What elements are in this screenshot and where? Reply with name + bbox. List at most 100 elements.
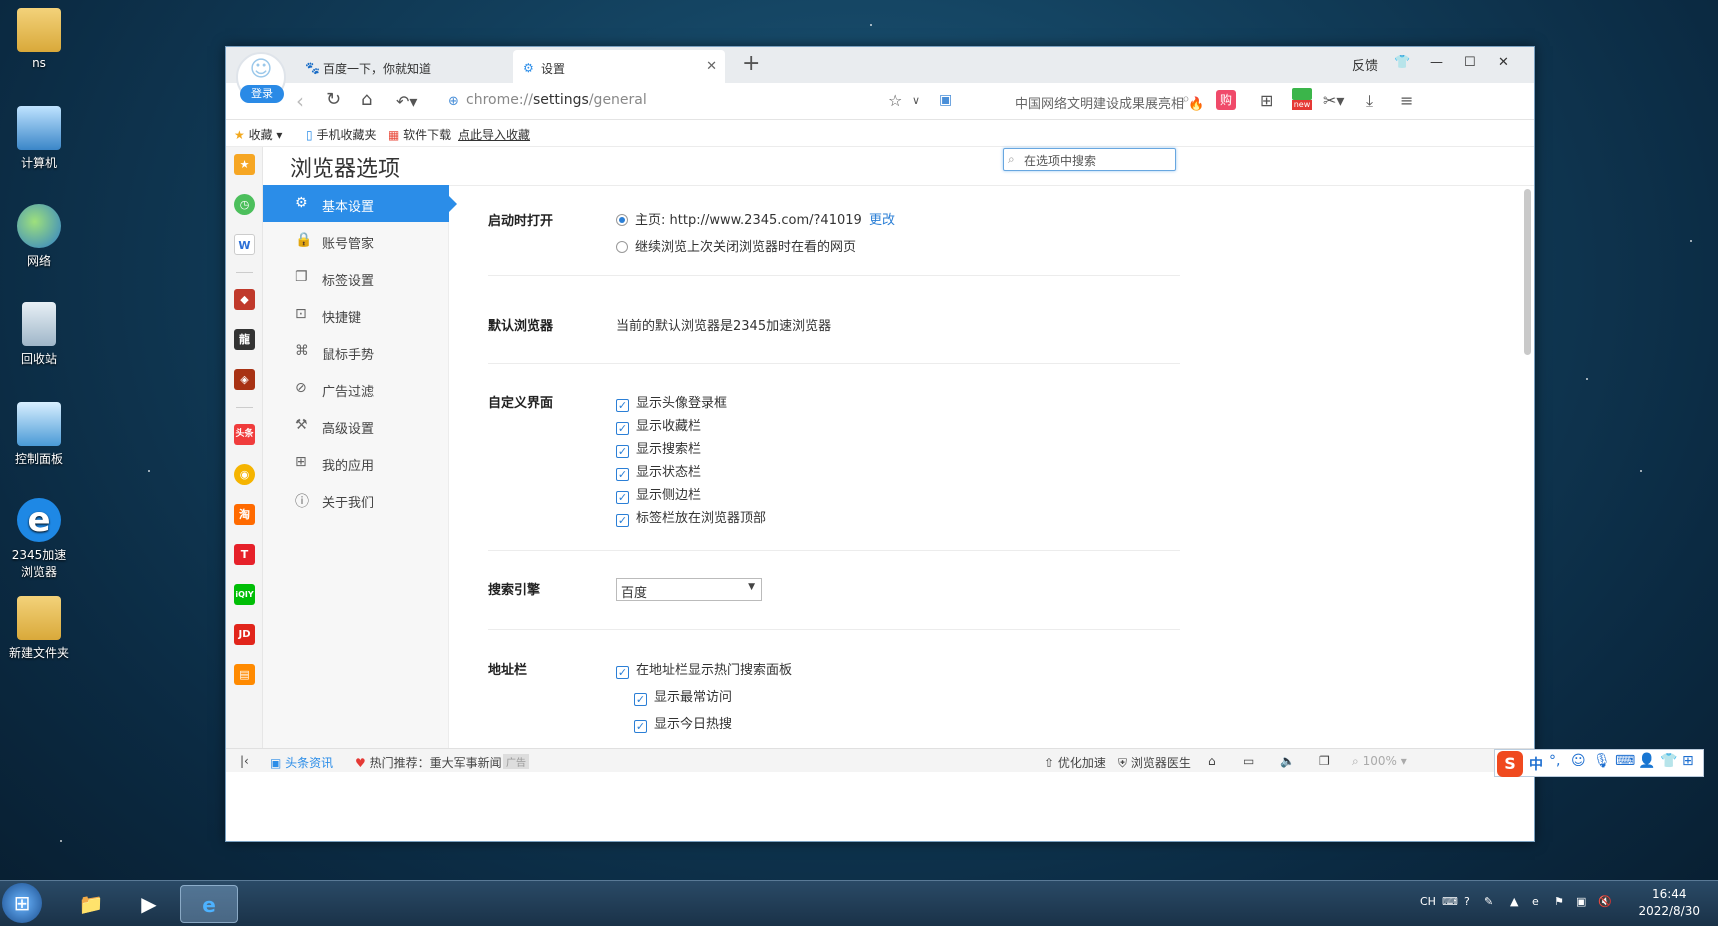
menu-icon[interactable]: ≡ (1400, 91, 1413, 110)
option-show-bookmarks[interactable]: ✓ 显示收藏栏 (616, 415, 701, 435)
sidebar-history-icon[interactable]: ◷ (234, 194, 255, 215)
url-field[interactable]: chrome://settings/general (466, 92, 647, 108)
menu-item-about[interactable]: ⓘ 关于我们 (263, 481, 449, 518)
window-icon[interactable]: ❐ (1319, 754, 1330, 768)
option-hot-search-panel[interactable]: ✓ 在地址栏显示热门搜索面板 (616, 659, 792, 679)
startup-continue-option[interactable]: 继续浏览上次关闭浏览器时在看的网页 (616, 236, 856, 255)
shopping-icon[interactable]: 购 (1216, 90, 1236, 110)
sidebar-weibo-icon[interactable]: ◉ (234, 464, 255, 485)
news-ticker[interactable]: 中国网络文明建设成果展亮相 🔥 (1015, 93, 1204, 112)
radio-checked[interactable] (616, 214, 628, 226)
menu-item-tabs[interactable]: ❐ 标签设置 (263, 259, 449, 296)
menu-item-my-apps[interactable]: ⊞ 我的应用 (263, 444, 449, 481)
change-homepage-link[interactable]: 更改 (869, 209, 895, 228)
start-button[interactable]: ⊞ (2, 883, 42, 923)
chevron-down-icon[interactable]: ∨ (912, 94, 920, 107)
download-icon[interactable]: ⤓ (1366, 91, 1373, 111)
user-icon[interactable]: 👤 (1638, 753, 1655, 769)
menu-item-mouse-gestures[interactable]: ⌘ 鼠标手势 (263, 333, 449, 370)
close-tab-icon[interactable]: ✕ (706, 59, 717, 74)
option-most-visited[interactable]: ✓ 显示最常访问 (634, 686, 732, 706)
sogou-icon[interactable]: S (1497, 751, 1523, 777)
menu-item-ad-filter[interactable]: ⊘ 广告过滤 (263, 370, 449, 407)
checkbox-checked[interactable]: ✓ (616, 514, 629, 527)
home-icon[interactable]: ⌂ (361, 89, 372, 110)
search-engine-select[interactable]: 百度 ▼ (616, 578, 762, 601)
sidebar-iqiyi-icon[interactable]: iQIY (234, 584, 255, 605)
checkbox-checked[interactable]: ✓ (634, 720, 647, 733)
apps-grid-icon[interactable]: ⊞ (1682, 753, 1694, 769)
ime-language[interactable]: 中 (1529, 754, 1543, 774)
favorite-star-icon[interactable]: ☆ (888, 91, 902, 110)
close-window-icon[interactable]: ✕ (1498, 55, 1509, 70)
apps-grid-icon[interactable]: ⊞ (1260, 91, 1273, 110)
desktop-icon-new-folder[interactable]: 新建文件夹 (8, 596, 70, 661)
sidebar-2345-icon[interactable]: ▤ (234, 664, 255, 685)
back-icon[interactable]: ‹ (296, 89, 304, 113)
sidebar-toutiao-icon[interactable]: 头条 (234, 424, 255, 445)
action-center-icon[interactable]: ⚑ (1554, 895, 1564, 908)
skin-shirt-icon[interactable]: 👕 (1660, 753, 1677, 769)
scrollbar[interactable] (1524, 189, 1531, 355)
scissors-icon[interactable]: ✂▾ (1323, 91, 1344, 110)
taskbar-browser-icon[interactable]: e (180, 885, 238, 923)
option-show-sidebar[interactable]: ✓ 显示侧边栏 (616, 484, 701, 504)
checkbox-checked[interactable]: ✓ (616, 445, 629, 458)
tray-expand-icon[interactable]: ▲ (1510, 895, 1518, 908)
search-icon[interactable]: ⌕ (1182, 91, 1190, 107)
sidebar-tmall-icon[interactable]: T (234, 544, 255, 565)
sidebar-favorites-icon[interactable]: ★ (234, 154, 255, 175)
game-icon[interactable]: new (1292, 88, 1312, 112)
pen-icon[interactable]: ✎ (1484, 895, 1493, 908)
option-show-statusbar[interactable]: ✓ 显示状态栏 (616, 461, 701, 481)
settings-search-input[interactable]: ⌕ 在选项中搜索 (1003, 148, 1176, 171)
taskbar-media-player-icon[interactable]: ▶ (120, 885, 178, 923)
volume-icon[interactable]: 🔈 (1280, 754, 1295, 768)
help-icon[interactable]: ? (1464, 895, 1470, 908)
checkbox-checked[interactable]: ✓ (616, 666, 629, 679)
new-tab-button[interactable]: + (742, 51, 760, 76)
optimize-button[interactable]: ⇧ 优化加速 (1044, 754, 1106, 771)
desktop-icon-computer[interactable]: 计算机 (8, 106, 70, 171)
checkbox-checked[interactable]: ✓ (616, 399, 629, 412)
vr-icon[interactable]: ▭ (1243, 754, 1254, 768)
undo-close-icon[interactable]: ↶▾ (396, 92, 417, 111)
reload-icon[interactable]: ↻ (326, 89, 341, 110)
checkbox-checked[interactable]: ✓ (634, 693, 647, 706)
sidebar-game-icon[interactable]: ◆ (234, 289, 255, 310)
tab-baidu[interactable]: 🐾 百度一下，你就知道 (295, 50, 507, 83)
tab-settings[interactable]: ⚙ 设置 ✕ (513, 50, 725, 83)
browser-tray-icon[interactable]: e (1532, 895, 1539, 908)
sidebar-jd-icon[interactable]: JD (234, 624, 255, 645)
option-show-searchbar[interactable]: ✓ 显示搜索栏 (616, 438, 701, 458)
minimize-icon[interactable]: — (1430, 55, 1443, 70)
avatar[interactable]: ☺ 登录 (236, 52, 286, 103)
desktop-icon-network[interactable]: 网络 (8, 204, 70, 269)
startup-homepage-option[interactable]: 主页: http://www.2345.com/?41019 (616, 209, 862, 228)
browser-doctor-button[interactable]: ⛨ 浏览器医生 (1118, 754, 1191, 771)
desktop-icon-control-panel[interactable]: 控制面板 (8, 402, 70, 467)
collapse-sidebar-icon[interactable]: |‹ (240, 754, 249, 768)
desktop-icon-ns[interactable]: ns (8, 8, 70, 70)
menu-item-advanced[interactable]: ⚒ 高级设置 (263, 407, 449, 444)
emoji-icon[interactable]: ☺ (1571, 753, 1586, 769)
option-today-hot[interactable]: ✓ 显示今日热搜 (634, 713, 732, 733)
import-bookmarks-link[interactable]: 点此导入收藏 (458, 126, 530, 143)
option-show-avatar[interactable]: ✓ 显示头像登录框 (616, 392, 727, 412)
sidebar-game2-icon[interactable]: ◈ (234, 369, 255, 390)
desktop-icon-2345-browser[interactable]: e 2345加速浏览器 (8, 498, 70, 580)
microphone-icon[interactable]: 🎙 (1593, 753, 1611, 769)
login-button[interactable]: 登录 (240, 85, 284, 103)
taskbar-explorer-icon[interactable]: 📁 (62, 885, 120, 923)
maximize-icon[interactable]: ☐ (1464, 55, 1476, 70)
menu-item-shortcuts[interactable]: ⊡ 快捷键 (263, 296, 449, 333)
bookmark-favorites[interactable]: ★ 收藏 ▾ (234, 126, 282, 143)
radio-unchecked[interactable] (616, 241, 628, 253)
option-tabs-on-top[interactable]: ✓ 标签栏放在浏览器顶部 (616, 507, 766, 527)
tools-icon[interactable]: ⌂ (1208, 754, 1216, 768)
sidebar-word-icon[interactable]: W (234, 234, 255, 255)
hot-recommend[interactable]: ♥ 热门推荐：重大军事新闻 (355, 754, 502, 771)
network-tray-icon[interactable]: ▣ (1576, 895, 1586, 908)
feedback-button[interactable]: 反馈 (1352, 55, 1378, 74)
keyboard-tray-icon[interactable]: ⌨ (1442, 895, 1458, 908)
